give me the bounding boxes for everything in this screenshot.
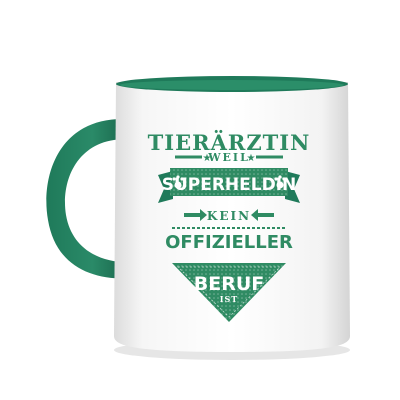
print-line-7: IST <box>220 294 238 304</box>
mug-photo: TIERÄRZTIN ★ ★ WEIL SUPERHELDIN KEIN OFF… <box>46 76 350 360</box>
print-line-4: KEIN <box>207 209 251 223</box>
print-line-6: BERUF <box>194 273 265 295</box>
print-line-5: OFFIZIELLER <box>165 232 293 253</box>
print-line-3: SUPERHELDIN <box>162 175 297 195</box>
print-line-2: WEIL <box>207 151 250 164</box>
